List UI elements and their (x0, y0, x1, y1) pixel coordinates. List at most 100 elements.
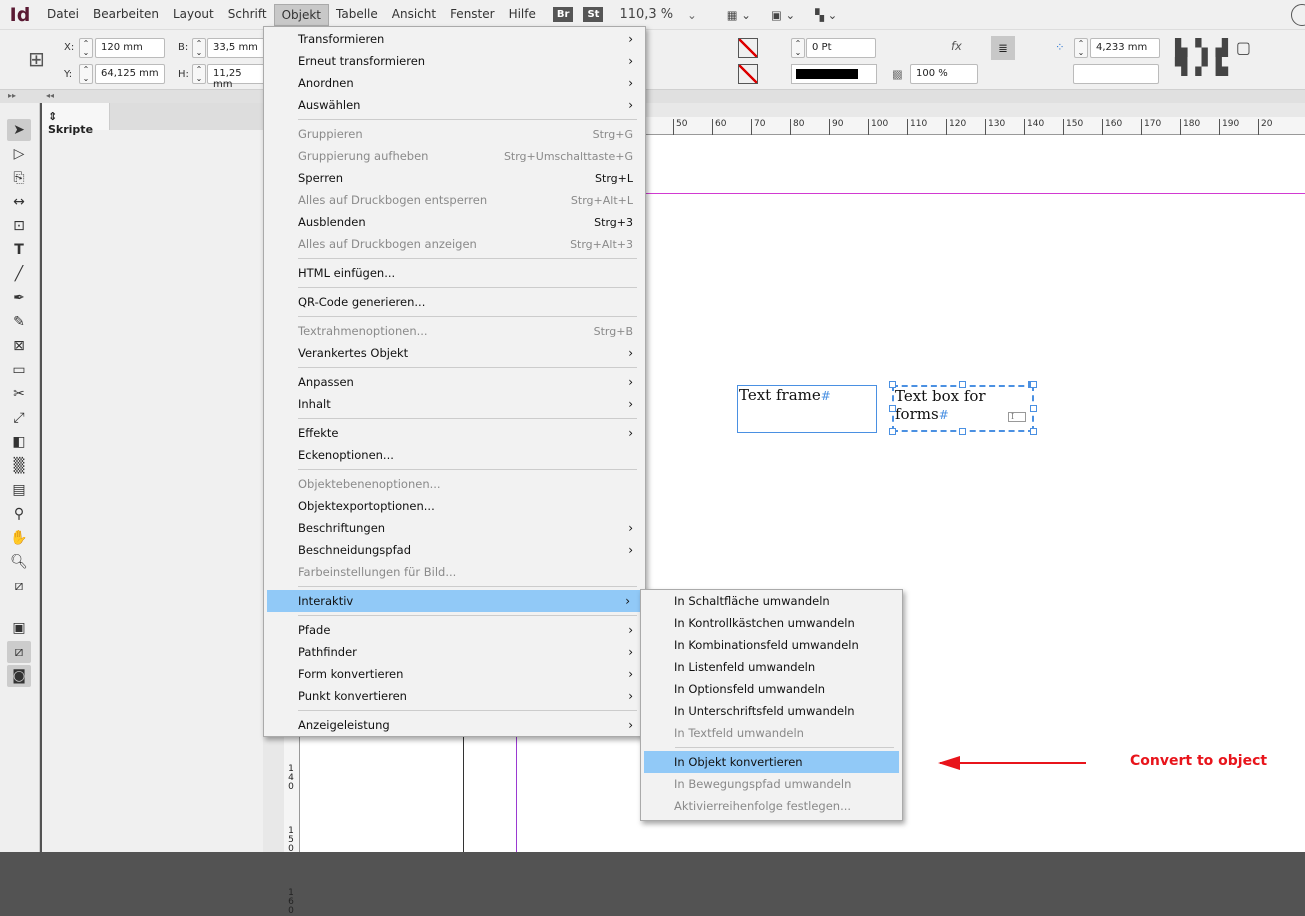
menu-item-in-schaltfläche-umwandeln[interactable]: In Schaltfläche umwandeln (641, 590, 902, 612)
menu-item-in-listenfeld-umwandeln[interactable]: In Listenfeld umwandeln (641, 656, 902, 678)
eyedropper-tool-icon[interactable]: ⚲ (7, 503, 31, 525)
stroke-weight-field[interactable]: 0 Pt (806, 38, 876, 58)
line-tool-icon[interactable]: ╱ (7, 263, 31, 285)
menu-item-beschriftungen[interactable]: Beschriftungen › (264, 517, 645, 539)
scissors-tool-icon[interactable]: ✂ (7, 383, 31, 405)
menu-item-beschneidungspfad[interactable]: Beschneidungspfad › (264, 539, 645, 561)
spacing-field[interactable]: 4,233 mm (1090, 38, 1160, 58)
opacity-field[interactable]: 100 % (910, 64, 978, 84)
menu-bearbeiten[interactable]: Bearbeiten (86, 4, 166, 26)
rectangle-frame-tool-icon[interactable]: ⊠ (7, 335, 31, 357)
menu-datei[interactable]: Datei (40, 4, 86, 26)
vertical-ruler[interactable]: 1 4 0 1 5 0 1 6 0 (284, 735, 300, 916)
menu-item-objektexportoptionen[interactable]: Objektexportoptionen... (264, 495, 645, 517)
menu-item-form-konvertieren[interactable]: Form konvertieren › (264, 663, 645, 685)
menu-item-transformieren[interactable]: Transformieren › (264, 28, 645, 50)
handle[interactable] (889, 428, 896, 435)
gradient-feather-tool-icon[interactable]: ▒ (7, 455, 31, 477)
menu-item-ausblenden[interactable]: Ausblenden Strg+3 (264, 211, 645, 233)
handle[interactable] (889, 381, 896, 388)
content-collector-icon[interactable]: ⊡ (7, 215, 31, 237)
menu-item-qr-code-generieren[interactable]: QR-Code generieren... (264, 291, 645, 313)
direct-selection-tool-icon[interactable]: ▷ (7, 143, 31, 165)
menu-item-anordnen[interactable]: Anordnen › (264, 72, 645, 94)
fit-icon[interactable]: ▣ ⌄ (771, 8, 795, 22)
screen-mode-icon[interactable]: ▦ ⌄ (727, 8, 751, 22)
height-field[interactable]: 11,25 mm (207, 64, 267, 90)
pencil-tool-icon[interactable]: ✎ (7, 311, 31, 333)
handle[interactable] (959, 428, 966, 435)
zoom-level[interactable]: 110,3 % (619, 7, 673, 22)
align-icons[interactable]: ▙▚▟▢ ▜▞▙ (1175, 38, 1259, 76)
horizontal-ruler[interactable]: 50 60 70 80 90 100 110 120 130 140 150 160 170 180 190… (645, 117, 1305, 135)
page-tool-icon[interactable]: ⎘ (7, 167, 31, 189)
menu-layout[interactable]: Layout (166, 4, 221, 26)
menu-item-html-einfügen[interactable]: HTML einfügen... (264, 262, 645, 284)
screen-mode-icon[interactable]: ◙ (7, 665, 31, 687)
tab-scripts[interactable]: ⇕ Skripte (42, 103, 110, 136)
menu-item-erneut-transformieren[interactable]: Erneut transformieren › (264, 50, 645, 72)
menu-item-in-kontrollkästchen-umwandeln[interactable]: In Kontrollkästchen umwandeln (641, 612, 902, 634)
menu-item-in-kombinationsfeld-umwandeln[interactable]: In Kombinationsfeld umwandeln (641, 634, 902, 656)
apply-none-icon[interactable]: ⧄ (7, 641, 31, 663)
menu-item-pathfinder[interactable]: Pathfinder › (264, 641, 645, 663)
zoom-tool-icon[interactable]: 🔍︎ (7, 551, 31, 573)
handle[interactable] (959, 381, 966, 388)
menu-item-anpassen[interactable]: Anpassen › (264, 371, 645, 393)
menu-tabelle[interactable]: Tabelle (329, 4, 385, 26)
handle[interactable] (1030, 405, 1037, 412)
form-text-box[interactable]: Text box for forms# I (892, 385, 1034, 432)
y-field[interactable]: 64,125 mm (95, 64, 165, 84)
menu-item-auswählen[interactable]: Auswählen › (264, 94, 645, 116)
menu-item-interaktiv[interactable]: Interaktiv › (267, 590, 642, 612)
menu-item-in-optionsfeld-umwandeln[interactable]: In Optionsfeld umwandeln (641, 678, 902, 700)
menu-item-in-objekt-konvertieren[interactable]: In Objekt konvertieren (644, 751, 899, 773)
arrange-docs-icon[interactable]: ▚ ⌄ (815, 8, 837, 22)
fill-stroke-swatch-icon[interactable]: ⧄ (7, 575, 31, 615)
gap-tool-icon[interactable]: ↔ (7, 191, 31, 213)
free-transform-tool-icon[interactable]: ⤢ (7, 407, 31, 429)
x-stepper[interactable]: ⌃ ⌄ (79, 38, 93, 58)
menu-item-anzeigeleistung[interactable]: Anzeigeleistung › (264, 714, 645, 736)
type-tool-icon[interactable]: T (7, 239, 31, 261)
handle[interactable] (1030, 381, 1037, 388)
selection-tool-icon[interactable]: ➤ (7, 119, 31, 141)
handle[interactable] (1030, 428, 1037, 435)
stock-button[interactable]: St (583, 7, 604, 22)
menu-ansicht[interactable]: Ansicht (385, 4, 443, 26)
menu-item-sperren[interactable]: Sperren Strg+L (264, 167, 645, 189)
menu-objekt[interactable]: Objekt (273, 3, 329, 26)
text-wrap-icon[interactable]: ≣ (991, 36, 1015, 60)
share-icon[interactable] (1291, 4, 1305, 26)
gradient-tool-icon[interactable]: ◧ (7, 431, 31, 453)
menu-item-effekte[interactable]: Effekte › (264, 422, 645, 444)
handle[interactable] (889, 405, 896, 412)
formatting-icon[interactable]: ▣ (7, 617, 31, 639)
stroke-type-select[interactable] (791, 64, 877, 84)
y-stepper[interactable]: ⌃ ⌄ (79, 64, 93, 84)
stroke-stepper[interactable]: ⌃ ⌄ (791, 38, 805, 58)
menu-item-verankertes-objekt[interactable]: Verankertes Objekt › (264, 342, 645, 364)
menu-hilfe[interactable]: Hilfe (502, 4, 543, 26)
menu-item-eckenoptionen[interactable]: Eckenoptionen... (264, 444, 645, 466)
bridge-button[interactable]: Br (552, 7, 574, 22)
menu-fenster[interactable]: Fenster (443, 4, 502, 26)
text-frame[interactable]: Text frame# (737, 385, 877, 433)
frame-style-select[interactable] (1073, 64, 1159, 84)
stroke-none-icon[interactable] (738, 64, 758, 84)
fill-none-icon[interactable] (738, 38, 758, 58)
chevron-down-icon[interactable]: ⌄ (687, 8, 697, 22)
menu-item-inhalt[interactable]: Inhalt › (264, 393, 645, 415)
spacing-stepper[interactable]: ⌃ ⌄ (1074, 38, 1088, 58)
width-stepper[interactable]: ⌃ ⌄ (192, 38, 206, 58)
fx-icon[interactable]: fx (951, 39, 962, 53)
menu-item-in-unterschriftsfeld-umwandeln[interactable]: In Unterschriftsfeld umwandeln (641, 700, 902, 722)
pen-tool-icon[interactable]: ✒ (7, 287, 31, 309)
menu-schrift[interactable]: Schrift (221, 4, 274, 26)
x-field[interactable]: 120 mm (95, 38, 165, 58)
width-field[interactable]: 33,5 mm (207, 38, 267, 58)
rectangle-tool-icon[interactable]: ▭ (7, 359, 31, 381)
note-tool-icon[interactable]: ▤ (7, 479, 31, 501)
menu-item-pfade[interactable]: Pfade › (264, 619, 645, 641)
height-stepper[interactable]: ⌃ ⌄ (192, 64, 206, 84)
